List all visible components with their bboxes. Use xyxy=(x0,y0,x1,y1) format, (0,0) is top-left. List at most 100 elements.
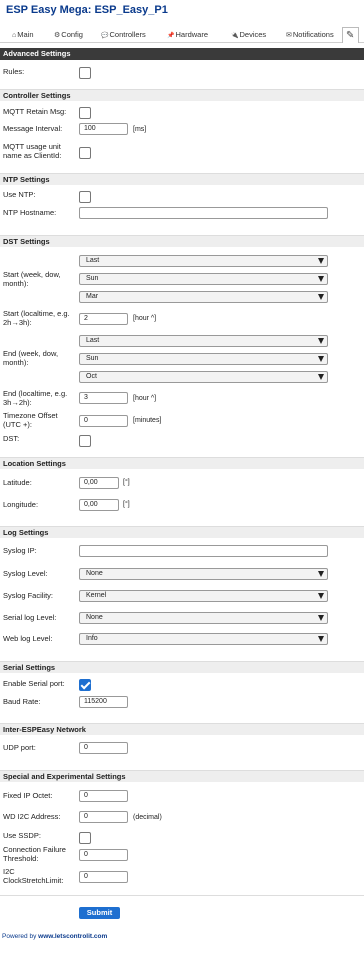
tz-offset-label: Timezone Offset (UTC +): xyxy=(3,411,58,429)
use-ssdp-checkbox[interactable] xyxy=(79,832,91,844)
udp-port-label: UDP port: xyxy=(3,743,36,752)
triangle-down-icon xyxy=(318,374,324,380)
tab-label: Controllers xyxy=(109,30,146,39)
footer-prefix: Powered by xyxy=(2,933,39,940)
triangle-down-icon xyxy=(318,258,324,264)
i2c-stretch-label: I2C ClockStretchLimit: xyxy=(3,867,64,885)
syslog-facility-select[interactable]: Kernel xyxy=(79,590,328,602)
mqtt-retain-checkbox[interactable] xyxy=(79,107,91,119)
tab-notifications[interactable]: ✉Notifications xyxy=(286,27,334,42)
tab-controllers[interactable]: 💬Controllers xyxy=(101,27,146,42)
triangle-down-icon xyxy=(318,636,324,642)
latitude-label: Latitude: xyxy=(3,478,32,487)
triangle-down-icon xyxy=(318,593,324,599)
dst-start-month-select[interactable]: Mar xyxy=(79,291,328,303)
dst-end-dow-select[interactable]: Sun xyxy=(79,353,328,365)
rules-checkbox[interactable] xyxy=(79,67,91,79)
dst-end-time-unit: [hour ^] xyxy=(133,395,157,402)
select-value: Oct xyxy=(86,373,97,380)
home-icon: ⌂ xyxy=(12,32,17,39)
triangle-down-icon xyxy=(318,615,324,621)
udp-port-input[interactable]: 0 xyxy=(79,742,128,754)
syslog-ip-label: Syslog IP: xyxy=(3,546,37,555)
mqtt-unit-name-label: MQTT usage unit name as ClientId: xyxy=(3,142,62,160)
latitude-unit: [°] xyxy=(123,479,130,486)
dst-end-label: End (week, dow, month): xyxy=(3,349,59,367)
use-ntp-checkbox[interactable] xyxy=(79,191,91,203)
section-controller: Controller Settings xyxy=(0,89,364,101)
enable-serial-checkbox[interactable] xyxy=(79,679,91,691)
wd-i2c-input[interactable]: 0 xyxy=(79,811,128,823)
conn-failure-label: Connection Failure Threshold: xyxy=(3,845,66,863)
plug-icon: 🔌 xyxy=(231,33,239,39)
tab-main[interactable]: ⌂Main xyxy=(12,27,34,42)
baud-rate-label: Baud Rate: xyxy=(3,697,41,706)
mqtt-unit-name-checkbox[interactable] xyxy=(79,147,91,159)
tab-config[interactable]: ⚙Config xyxy=(54,27,83,42)
syslog-level-label: Syslog Level: xyxy=(3,569,48,578)
triangle-down-icon xyxy=(318,276,324,282)
baud-rate-input[interactable]: 115200 xyxy=(79,696,128,708)
fixed-ip-octet-input[interactable]: 0 xyxy=(79,790,128,802)
web-log-level-label: Web log Level: xyxy=(3,634,53,643)
triangle-down-icon xyxy=(318,294,324,300)
gear-icon: ⚙ xyxy=(54,32,61,39)
tab-label: Hardware xyxy=(175,30,208,39)
section-log: Log Settings xyxy=(0,526,364,538)
syslog-ip-input[interactable] xyxy=(79,545,328,557)
pencil-icon: ✎ xyxy=(346,30,355,41)
dst-start-time-label: Start (localtime, e.g. 2h→3h): xyxy=(3,309,70,327)
dst-start-week-select[interactable]: Last xyxy=(79,255,328,267)
footer-link[interactable]: www.letscontrolit.com xyxy=(38,933,107,940)
longitude-unit: [°] xyxy=(123,501,130,508)
dst-end-month-select[interactable]: Oct xyxy=(79,371,328,383)
serial-log-level-select[interactable]: None xyxy=(79,612,328,624)
dst-start-dow-select[interactable]: Sun xyxy=(79,273,328,285)
web-log-level-select[interactable]: Info xyxy=(79,633,328,645)
tab-devices[interactable]: 🔌Devices xyxy=(231,27,266,42)
dst-end-week-select[interactable]: Last xyxy=(79,335,328,347)
i2c-stretch-input[interactable]: 0 xyxy=(79,871,128,883)
tab-tools[interactable]: ✎ xyxy=(342,27,360,43)
message-interval-label: Message Interval: xyxy=(3,124,63,133)
select-value: Sun xyxy=(86,275,99,282)
tab-hardware[interactable]: 📌Hardware xyxy=(167,27,208,42)
divider xyxy=(0,895,364,896)
section-dst: DST Settings xyxy=(0,235,364,247)
longitude-label: Longitude: xyxy=(3,500,39,509)
ntp-hostname-input[interactable] xyxy=(79,207,328,219)
longitude-input[interactable]: 0,00 xyxy=(79,499,119,511)
dst-label: DST: xyxy=(3,434,20,443)
syslog-level-select[interactable]: None xyxy=(79,568,328,580)
triangle-down-icon xyxy=(318,356,324,362)
latitude-input[interactable]: 0,00 xyxy=(79,477,119,489)
section-inter-espeasy: Inter-ESPEasy Network xyxy=(0,723,364,735)
section-location: Location Settings xyxy=(0,457,364,469)
serial-log-level-label: Serial log Level: xyxy=(3,613,57,622)
select-value: Mar xyxy=(86,293,99,300)
fixed-ip-octet-label: Fixed IP Octet: xyxy=(3,791,53,800)
dst-start-label: Start (week, dow, month): xyxy=(3,270,61,288)
tab-label: Main xyxy=(17,30,34,39)
wd-i2c-unit: (decimal) xyxy=(133,814,162,821)
message-interval-input[interactable]: 100 xyxy=(79,123,128,135)
mail-icon: ✉ xyxy=(286,32,292,39)
section-serial: Serial Settings xyxy=(0,661,364,673)
dst-end-time-label: End (localtime, e.g. 3h→2h): xyxy=(3,389,68,407)
select-value: Last xyxy=(86,257,100,264)
select-value: Sun xyxy=(86,355,99,362)
app-title: ESP Easy Mega: ESP_Easy_P1 xyxy=(6,4,168,16)
tab-label: Devices xyxy=(239,30,267,39)
select-value: Info xyxy=(86,635,98,642)
section-advanced: Advanced Settings xyxy=(0,48,364,60)
tz-offset-unit: [minutes] xyxy=(133,417,162,424)
dst-start-time-input[interactable]: 2 xyxy=(79,313,128,325)
submit-button[interactable]: Submit xyxy=(79,907,120,919)
wd-i2c-label: WD I2C Address: xyxy=(3,812,61,821)
tz-offset-input[interactable]: 0 xyxy=(79,415,128,427)
dst-checkbox[interactable] xyxy=(79,435,91,447)
dst-end-time-input[interactable]: 3 xyxy=(79,392,128,404)
section-special: Special and Experimental Settings xyxy=(0,770,364,782)
chat-icon: 💬 xyxy=(101,33,109,39)
conn-failure-input[interactable]: 0 xyxy=(79,849,128,861)
